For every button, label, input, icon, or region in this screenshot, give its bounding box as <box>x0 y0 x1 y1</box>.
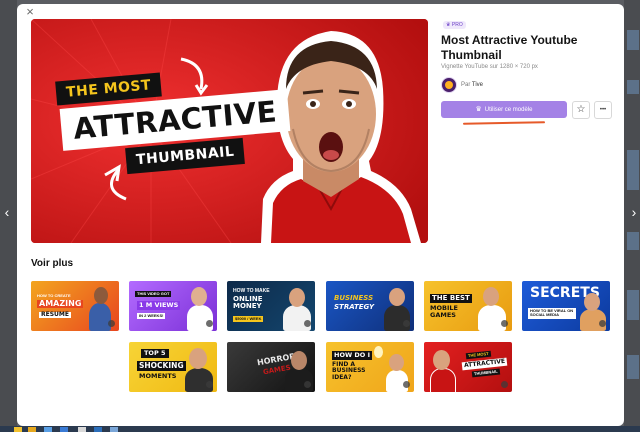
thumb-10-line1: THE MOST <box>465 350 491 360</box>
thumb-4-line1: BUSINESS <box>334 294 374 302</box>
play-icon <box>206 320 213 327</box>
template-thumbnail-10[interactable]: THE MOST ATTRACTIVE THUMBNAIL <box>424 342 512 392</box>
section-title: Voir plus <box>31 258 74 269</box>
thumb-7-line3: MOMENTS <box>139 372 177 380</box>
thumb-7-line2: SHOCKING <box>137 361 186 371</box>
template-thumbnail-1[interactable]: HOW TO CREATE AMAZING RESUME <box>31 281 119 331</box>
thumb-3-line2: ONLINE MONEY <box>233 295 263 311</box>
taskbar-icon[interactable] <box>60 427 68 432</box>
close-icon[interactable]: × <box>23 5 37 19</box>
play-icon <box>304 381 311 388</box>
previous-template-arrow[interactable]: ‹ <box>2 204 12 220</box>
template-thumbnail-2[interactable]: THIS VIDEO GOT 1 M VIEWS IN 2 WEEKS! <box>129 281 217 331</box>
thumb-3-line3: $5000 / WEEK <box>233 316 264 323</box>
author-line: Par Tive <box>461 82 483 88</box>
template-thumbnail-6[interactable]: SECRETS HOW TO BE VIRAL ON SOCIAL MEDIA <box>522 281 610 331</box>
template-dimensions: Vignette YouTube sur 1280 × 720 px <box>441 64 538 70</box>
annotation-underline <box>462 121 546 125</box>
thumb-1-line3: RESUME <box>39 311 71 319</box>
thumb-5-line2: MOBILE GAMES <box>430 304 458 319</box>
thumb-9-line1: HOW DO I <box>332 351 373 360</box>
pro-badge: ♛ PRO <box>443 21 466 29</box>
play-icon <box>304 320 311 327</box>
taskbar-icon[interactable] <box>94 427 102 432</box>
template-preview-modal: × THE MOST ATTRACTIVE THUMBNAIL ♛ PRO Mo… <box>17 4 624 426</box>
taskbar-icon[interactable] <box>78 427 86 432</box>
author-prefix: Par <box>461 82 471 88</box>
more-options-icon[interactable]: ••• <box>594 101 612 119</box>
template-thumbnail-7[interactable]: TOP 5 SHOCKING MOMENTS <box>129 342 217 392</box>
thumb-2-line3: IN 2 WEEKS! <box>137 313 166 320</box>
crown-icon: ♛ <box>475 106 482 113</box>
template-thumbnail-3[interactable]: HOW TO MAKE ONLINE MONEY $5000 / WEEK <box>227 281 315 331</box>
crown-icon: ♛ <box>446 22 451 28</box>
author-name-link[interactable]: Tive <box>472 82 483 88</box>
next-template-arrow[interactable]: › <box>629 204 639 220</box>
template-preview-image: THE MOST ATTRACTIVE THUMBNAIL <box>31 19 428 243</box>
template-thumbnail-9[interactable]: HOW DO I FIND A BUSINESS IDEA? <box>326 342 414 392</box>
play-icon <box>501 320 508 327</box>
thumb-9-line2: FIND A BUSINESS IDEA? <box>332 361 366 381</box>
use-template-label: Utiliser ce modèle <box>484 107 533 113</box>
play-icon <box>501 381 508 388</box>
thumb-6-line2: HOW TO BE VIRAL ON SOCIAL MEDIA <box>528 308 576 319</box>
template-thumbnail-5[interactable]: THE BEST MOBILE GAMES <box>424 281 512 331</box>
pro-badge-label: PRO <box>451 22 463 28</box>
thumb-2-line1: THIS VIDEO GOT <box>135 291 172 298</box>
taskbar-icon[interactable] <box>14 427 22 432</box>
play-icon <box>403 381 410 388</box>
taskbar <box>0 426 640 432</box>
template-title: Most Attractive Youtube Thumbnail <box>441 33 578 62</box>
taskbar-icon[interactable] <box>110 427 118 432</box>
taskbar-icon[interactable] <box>44 427 52 432</box>
thumb-10-line3: THUMBNAIL <box>471 368 501 378</box>
play-icon <box>599 320 606 327</box>
taskbar-icon[interactable] <box>28 427 36 432</box>
thumb-5-line1: THE BEST <box>430 294 472 304</box>
author-avatar[interactable] <box>441 77 457 93</box>
thumb-10-line2: ATTRACTIVE <box>461 357 508 371</box>
template-thumbnail-4[interactable]: BUSINESS STRATEGY <box>326 281 414 331</box>
use-template-button[interactable]: ♛ Utiliser ce modèle <box>441 101 567 118</box>
template-thumbnail-8[interactable]: HORROR GAMES <box>227 342 315 392</box>
play-icon <box>403 320 410 327</box>
thumb-3-line1: HOW TO MAKE <box>233 288 270 294</box>
thumb-1-line2: AMAZING <box>37 299 84 309</box>
thumb-7-line1: TOP 5 <box>141 349 169 358</box>
thumb-2-line2: 1 M VIEWS <box>137 301 181 310</box>
thumb-4-line2: STRATEGY <box>334 303 375 311</box>
star-favorite-icon[interactable]: ☆ <box>572 101 590 119</box>
play-icon <box>108 320 115 327</box>
play-icon <box>206 381 213 388</box>
thumb-1-line1: HOW TO CREATE <box>37 293 71 298</box>
